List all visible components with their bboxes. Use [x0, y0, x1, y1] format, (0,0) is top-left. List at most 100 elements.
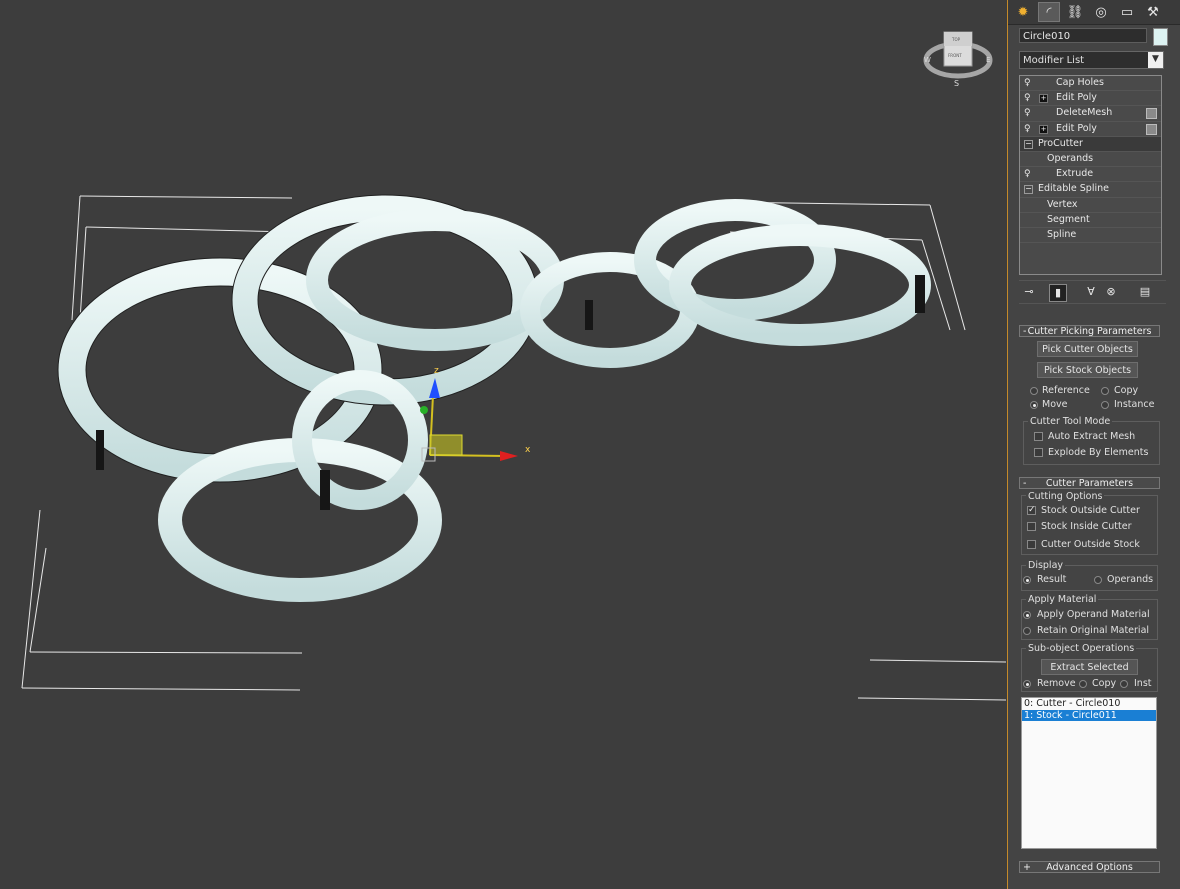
lightbulb-icon[interactable]: ♀: [1024, 169, 1033, 179]
stack-item-extrude[interactable]: ♀ Extrude: [1020, 167, 1161, 183]
motion-icon[interactable]: ◎: [1090, 2, 1112, 22]
display-title: Display: [1026, 560, 1066, 571]
auto-extract-checkbox[interactable]: [1034, 432, 1043, 441]
viewcube-west: W: [924, 56, 931, 64]
make-unique-icon[interactable]: ∀: [1083, 284, 1099, 300]
reference-radio[interactable]: [1030, 387, 1038, 395]
pick-stock-objects-button[interactable]: Pick Stock Objects: [1037, 362, 1138, 378]
viewcube[interactable]: TOP FRONT W E S: [923, 31, 993, 88]
create-icon[interactable]: ✹: [1012, 2, 1034, 22]
rollout-cutter-picking[interactable]: - Cutter Picking Parameters: [1019, 325, 1160, 337]
checkbox-icon[interactable]: [1146, 108, 1157, 120]
perspective-viewport[interactable]: x z TOP FRONT W E S: [0, 0, 1006, 889]
collapse-icon[interactable]: −: [1024, 139, 1033, 149]
modifier-list-dropdown[interactable]: Modifier List ▼: [1019, 51, 1164, 69]
retain-original-label: Retain Original Material: [1037, 625, 1150, 636]
operands-radio[interactable]: [1094, 576, 1102, 584]
remove-modifier-icon[interactable]: ⊗: [1103, 284, 1119, 300]
stack-item-procutter[interactable]: − ProCutter: [1020, 136, 1161, 152]
gizmo-x-label: x: [525, 445, 531, 455]
remove-radio[interactable]: [1023, 680, 1031, 688]
scene-geometry[interactable]: x z TOP FRONT W E S: [0, 0, 1006, 889]
extract-selected-button[interactable]: Extract Selected: [1041, 659, 1138, 675]
cutter-outside-checkbox[interactable]: [1027, 540, 1036, 549]
copy-radio[interactable]: [1101, 387, 1109, 395]
instance-label: Instance: [1114, 399, 1155, 410]
stack-item-edit-poly-2[interactable]: ♀ + Edit Poly: [1020, 122, 1161, 137]
gizmo-z-label: z: [434, 366, 439, 376]
apply-operand-radio[interactable]: [1023, 611, 1031, 619]
auto-extract-label: Auto Extract Mesh: [1048, 431, 1136, 442]
expand-icon[interactable]: +: [1039, 124, 1048, 134]
expand-icon[interactable]: +: [1039, 94, 1048, 104]
pin-stack-icon[interactable]: ⊸: [1021, 284, 1037, 300]
list-item[interactable]: 0: Cutter - Circle010: [1022, 698, 1156, 710]
viewcube-east: E: [986, 56, 990, 64]
stack-item-editable-spline[interactable]: − Editable Spline: [1020, 182, 1161, 198]
show-end-result-icon[interactable]: ▮: [1049, 284, 1067, 302]
stack-toolbar: ⊸ ▮ ∀ ⊗ ▤: [1019, 280, 1166, 304]
cutter-tool-mode-title: Cutter Tool Mode: [1028, 416, 1113, 427]
apply-operand-label: Apply Operand Material: [1037, 609, 1150, 620]
stack-item-edit-poly[interactable]: ♀ + Edit Poly: [1020, 91, 1161, 107]
viewcube-top: TOP: [951, 37, 961, 42]
checkbox-icon[interactable]: [1146, 123, 1157, 135]
configure-sets-icon[interactable]: ▤: [1137, 284, 1153, 300]
subobject-operations-title: Sub-object Operations: [1026, 643, 1137, 654]
inst-radio[interactable]: [1120, 680, 1128, 688]
cutting-options-title: Cutting Options: [1026, 491, 1105, 502]
explode-label: Explode By Elements: [1048, 447, 1149, 458]
apply-material-title: Apply Material: [1026, 594, 1099, 605]
stack-item-cap-holes[interactable]: ♀ Cap Holes: [1020, 76, 1161, 92]
stack-item-operands[interactable]: Operands: [1020, 152, 1161, 168]
stock-inside-label: Stock Inside Cutter: [1041, 521, 1132, 532]
modifier-list-label: Modifier List: [1023, 55, 1085, 66]
modify-icon[interactable]: ◜: [1038, 2, 1060, 22]
list-item[interactable]: 1: Stock - Circle011: [1022, 709, 1156, 721]
stack-item-spline[interactable]: Spline: [1020, 228, 1161, 244]
copy-label: Copy: [1114, 385, 1139, 396]
viewcube-front: FRONT: [948, 53, 962, 58]
lightbulb-icon[interactable]: ♀: [1024, 124, 1033, 134]
viewcube-south: S: [954, 79, 959, 88]
object-color-swatch[interactable]: [1153, 28, 1168, 46]
remove-label: Remove: [1037, 678, 1076, 689]
copy-op-radio[interactable]: [1079, 680, 1087, 688]
cutter-tool-mode-group: [1023, 421, 1160, 465]
utilities-icon[interactable]: ⚒: [1142, 2, 1164, 22]
collapse-icon[interactable]: −: [1024, 185, 1033, 195]
rollout-advanced-options[interactable]: + Advanced Options: [1019, 861, 1160, 873]
rollout-cutter-parameters[interactable]: - Cutter Parameters: [1019, 477, 1160, 489]
result-radio[interactable]: [1023, 576, 1031, 584]
hierarchy-icon[interactable]: ⛓: [1064, 2, 1086, 22]
stack-item-deletemesh[interactable]: ♀ DeleteMesh: [1020, 106, 1161, 122]
reference-label: Reference: [1042, 385, 1090, 396]
operands-label: Operands: [1107, 574, 1154, 585]
stack-item-segment[interactable]: Segment: [1020, 213, 1161, 228]
extruded-rings: [57, 194, 931, 602]
pick-cutter-objects-button[interactable]: Pick Cutter Objects: [1037, 341, 1138, 357]
inst-label: Inst: [1134, 678, 1152, 689]
retain-original-radio[interactable]: [1023, 627, 1031, 635]
cutter-outside-label: Cutter Outside Stock: [1041, 539, 1140, 550]
modifier-stack[interactable]: ♀ Cap Holes ♀ + Edit Poly ♀ DeleteMesh ♀…: [1019, 75, 1162, 275]
move-radio[interactable]: [1030, 401, 1038, 409]
operands-list[interactable]: 0: Cutter - Circle010 1: Stock - Circle0…: [1021, 697, 1157, 849]
result-label: Result: [1037, 574, 1067, 585]
stack-item-vertex[interactable]: Vertex: [1020, 198, 1161, 213]
lightbulb-icon[interactable]: ♀: [1024, 78, 1033, 88]
object-name-field[interactable]: Circle010: [1019, 28, 1147, 43]
chevron-down-icon: ▼: [1148, 52, 1163, 68]
lightbulb-icon[interactable]: ♀: [1024, 93, 1033, 103]
stock-outside-checkbox[interactable]: ✓: [1027, 506, 1036, 515]
stock-inside-checkbox[interactable]: [1027, 522, 1036, 531]
instance-radio[interactable]: [1101, 401, 1109, 409]
display-icon[interactable]: ▭: [1116, 2, 1138, 22]
command-panel: ✹ ◜ ⛓ ◎ ▭ ⚒ Circle010 Modifier List ▼ ♀ …: [1007, 0, 1180, 889]
explode-checkbox[interactable]: [1034, 448, 1043, 457]
move-label: Move: [1042, 399, 1068, 410]
lightbulb-icon[interactable]: ♀: [1024, 108, 1033, 118]
stock-outside-label: Stock Outside Cutter: [1041, 505, 1140, 516]
copy-op-label: Copy: [1092, 678, 1117, 689]
command-panel-tabs: ✹ ◜ ⛓ ◎ ▭ ⚒: [1008, 0, 1180, 25]
